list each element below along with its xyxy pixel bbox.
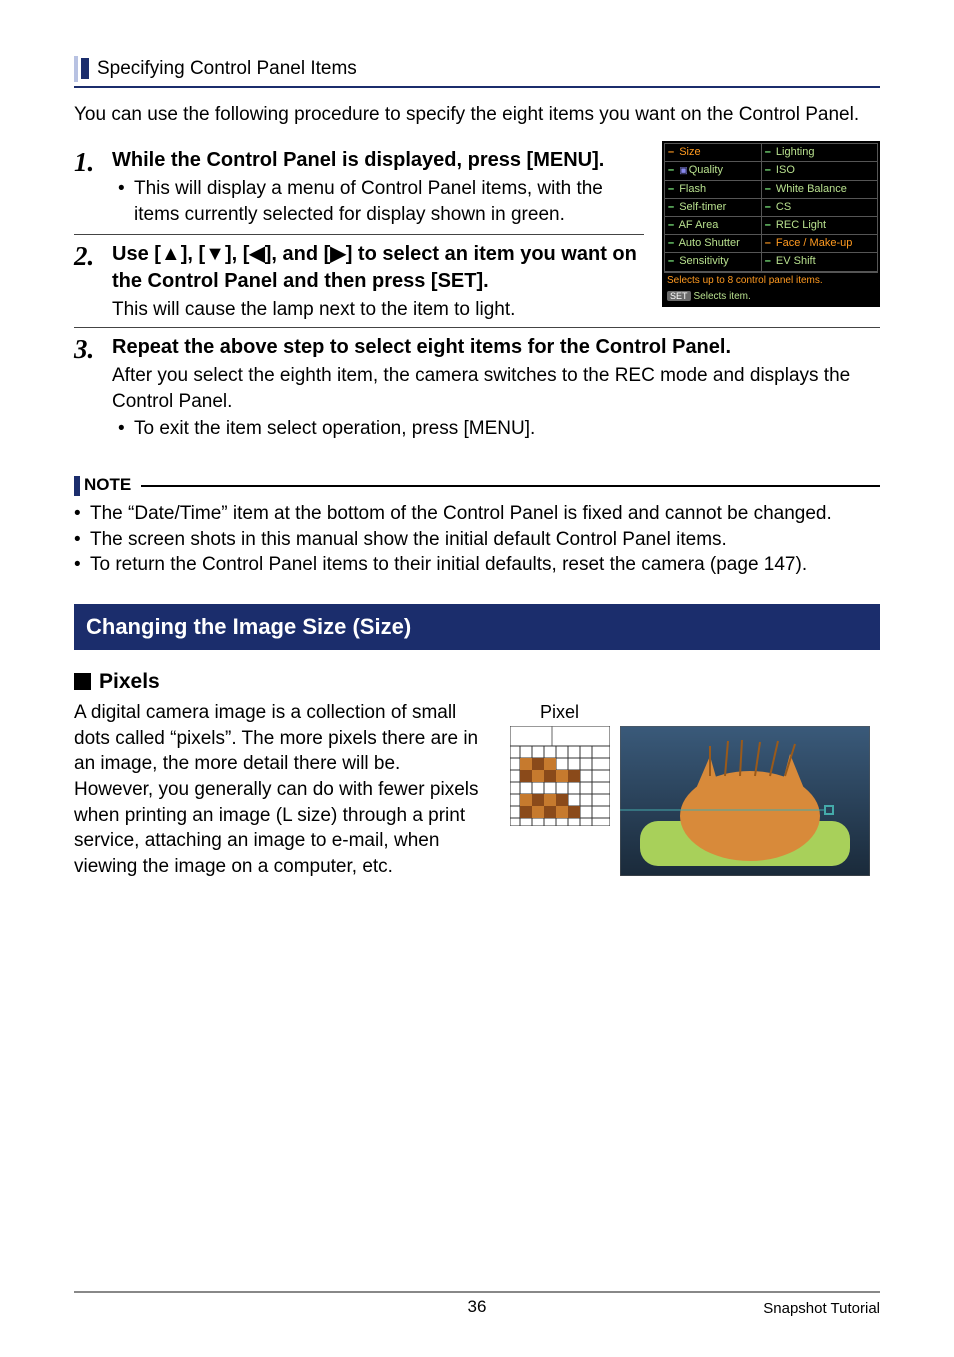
down-arrow-icon: ▼ xyxy=(205,243,225,265)
note-item: •To return the Control Panel items to th… xyxy=(74,552,880,578)
section-heading-wrap: Specifying Control Panel Items xyxy=(74,56,880,88)
square-bullet-icon xyxy=(74,673,91,690)
step-title: Use [▲], [▼], [◀], and [▶] to select an … xyxy=(112,241,644,295)
step-3: 3. Repeat the above step to select eight… xyxy=(74,328,880,448)
step-number: 3. xyxy=(74,334,102,363)
pixel-label: Pixel xyxy=(540,700,880,724)
cat-photo-icon xyxy=(620,726,870,876)
screenshot-footer-line1: Selects up to 8 control panel items. xyxy=(664,272,878,289)
pixels-figure: Pixel xyxy=(510,700,880,876)
set-button-icon: SET xyxy=(667,291,691,302)
intro-text: You can use the following procedure to s… xyxy=(74,102,880,128)
step-text: After you select the eighth item, the ca… xyxy=(112,363,880,414)
step-number: 2. xyxy=(74,241,102,270)
footer-section-name: Snapshot Tutorial xyxy=(763,1299,880,1319)
step-text: This will cause the lamp next to the ite… xyxy=(112,297,644,323)
page-footer: 36 Snapshot Tutorial xyxy=(74,1291,880,1319)
up-arrow-icon: ▲ xyxy=(161,243,181,265)
step-number: 1. xyxy=(74,147,102,176)
control-panel-menu-screenshot: – Size– Lighting– ▣Quality– ISO– Flash– … xyxy=(662,141,880,306)
note-item: •The “Date/Time” item at the bottom of t… xyxy=(74,501,880,527)
pixels-heading: Pixels xyxy=(74,668,880,696)
note-list: •The “Date/Time” item at the bottom of t… xyxy=(74,497,880,578)
page-number: 36 xyxy=(468,1296,487,1319)
screenshot-footer-line2: SETSelects item. xyxy=(664,289,878,305)
subsection-heading: Changing the Image Size (Size) xyxy=(74,604,880,650)
bullet-dot: • xyxy=(118,416,128,442)
step-1: 1. While the Control Panel is displayed,… xyxy=(74,141,644,233)
left-arrow-icon: ◀ xyxy=(249,243,264,265)
pixels-paragraph: A digital camera image is a collection o… xyxy=(74,700,482,879)
note-bar-icon xyxy=(74,476,80,496)
step-bullet: This will display a menu of Control Pane… xyxy=(134,176,644,227)
note-heading: NOTE xyxy=(74,474,880,497)
bullet-dot: • xyxy=(118,176,128,227)
step-title: Repeat the above step to select eight it… xyxy=(112,334,880,361)
pixel-grid-icon xyxy=(510,726,610,826)
note-item: •The screen shots in this manual show th… xyxy=(74,527,880,553)
step-bullet: To exit the item select operation, press… xyxy=(134,416,535,442)
section-heading: Specifying Control Panel Items xyxy=(81,58,357,79)
step-2: 2. Use [▲], [▼], [◀], and [▶] to select … xyxy=(74,234,644,329)
step-title: While the Control Panel is displayed, pr… xyxy=(112,147,644,174)
right-arrow-icon: ▶ xyxy=(330,243,345,265)
